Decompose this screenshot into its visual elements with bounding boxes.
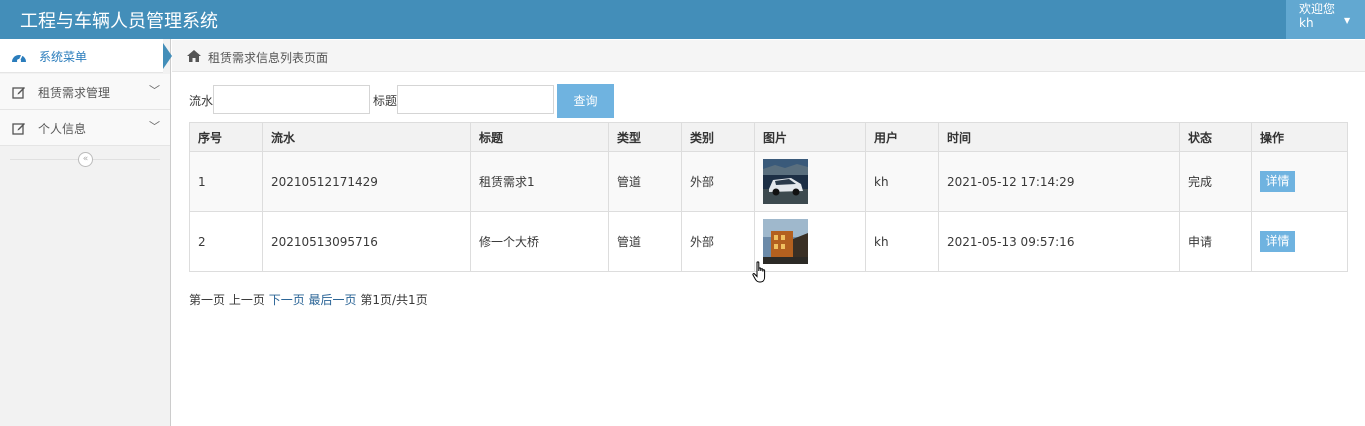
cell-index: 2 — [189, 211, 263, 272]
breadcrumb: 租赁需求信息列表页面 — [172, 40, 1365, 72]
title-input[interactable] — [397, 85, 554, 114]
col-header: 标题 — [470, 122, 609, 152]
col-header: 类别 — [681, 122, 755, 152]
cell-index: 1 — [189, 151, 263, 212]
cell-category: 外部 — [681, 211, 755, 272]
user-greeting: 欢迎您 kh — [1299, 2, 1335, 30]
cell-action: 详情 — [1251, 211, 1348, 272]
sidebar-item-rental-management[interactable]: 租赁需求管理 ﹀ — [0, 74, 170, 110]
top-navbar: 工程与车辆人员管理系统 欢迎您 kh ▼ — [0, 0, 1365, 39]
col-header: 图片 — [754, 122, 866, 152]
dashboard-icon — [12, 54, 26, 63]
edit-icon — [12, 123, 25, 135]
cell-title: 租赁需求1 — [470, 151, 609, 212]
cell-image — [754, 211, 866, 272]
double-left-icon[interactable]: « — [78, 152, 93, 167]
user-menu[interactable]: 欢迎您 kh ▼ — [1286, 0, 1365, 39]
car-photo[interactable] — [763, 159, 808, 204]
sidebar-item-personal-info[interactable]: 个人信息 ﹀ — [0, 110, 170, 146]
cell-serial: 20210512171429 — [262, 151, 471, 212]
sidebar-header-label: 系统菜单 — [39, 50, 88, 64]
edit-icon — [12, 87, 25, 99]
chevron-down-icon: ﹀ — [149, 84, 160, 97]
caret-down-icon: ▼ — [1344, 16, 1351, 25]
serial-input[interactable] — [213, 85, 370, 114]
building-photo[interactable] — [763, 219, 808, 264]
cell-status: 申请 — [1179, 211, 1252, 272]
pager-last-link[interactable]: 最后一页 — [309, 293, 357, 307]
app-title: 工程与车辆人员管理系统 — [20, 11, 218, 32]
pager-info: 第1页/共1页 — [360, 293, 428, 307]
home-icon[interactable] — [187, 50, 201, 62]
col-header: 序号 — [189, 122, 263, 152]
col-header: 状态 — [1179, 122, 1252, 152]
rental-table: 序号 流水 标题 类型 类别 图片 用户 时间 状态 操作 1 20210512… — [189, 122, 1348, 272]
query-button[interactable]: 查询 — [557, 84, 614, 118]
pager-next-link[interactable]: 下一页 — [269, 293, 305, 307]
cell-image — [754, 151, 866, 212]
active-indicator — [163, 43, 172, 69]
col-header: 操作 — [1251, 122, 1348, 152]
cell-action: 详情 — [1251, 151, 1348, 212]
serial-label: 流水 — [189, 94, 214, 108]
cell-serial: 20210513095716 — [262, 211, 471, 272]
col-header: 用户 — [865, 122, 939, 152]
cell-type: 管道 — [608, 151, 682, 212]
chevron-down-icon: ﹀ — [149, 120, 160, 133]
sidebar: 系统菜单 租赁需求管理 ﹀ 个人信息 ﹀ « — [0, 39, 172, 426]
cell-user: kh — [865, 151, 939, 212]
cell-time: 2021-05-12 17:14:29 — [938, 151, 1180, 212]
sidebar-item-label: 个人信息 — [38, 122, 87, 136]
pagination: 第一页 上一页 下一页 最后一页 第1页/共1页 — [189, 291, 428, 308]
greeting-text: 欢迎您 — [1299, 2, 1336, 16]
table-row: 1 20210512171429 租赁需求1 管道 外部 kh 2021-05-… — [189, 151, 1348, 212]
pager-prev: 上一页 — [228, 293, 265, 307]
detail-button[interactable]: 详情 — [1260, 171, 1295, 192]
hand-cursor-icon — [752, 261, 766, 283]
breadcrumb-text: 租赁需求信息列表页面 — [208, 51, 329, 65]
cell-status: 完成 — [1179, 151, 1252, 212]
table-header-row: 序号 流水 标题 类型 类别 图片 用户 时间 状态 操作 — [189, 122, 1348, 152]
cell-type: 管道 — [608, 211, 682, 272]
pager-first: 第一页 — [189, 293, 226, 307]
cell-title: 修一个大桥 — [470, 211, 609, 272]
user-name: kh — [1299, 16, 1314, 30]
cell-category: 外部 — [681, 151, 755, 212]
sidebar-item-label: 租赁需求管理 — [38, 86, 111, 100]
col-header: 时间 — [938, 122, 1180, 152]
cell-time: 2021-05-13 09:57:16 — [938, 211, 1180, 272]
cell-user: kh — [865, 211, 939, 272]
title-label: 标题 — [373, 94, 398, 108]
detail-button[interactable]: 详情 — [1260, 231, 1295, 252]
col-header: 类型 — [608, 122, 682, 152]
col-header: 流水 — [262, 122, 471, 152]
sidebar-header[interactable]: 系统菜单 — [0, 39, 172, 73]
